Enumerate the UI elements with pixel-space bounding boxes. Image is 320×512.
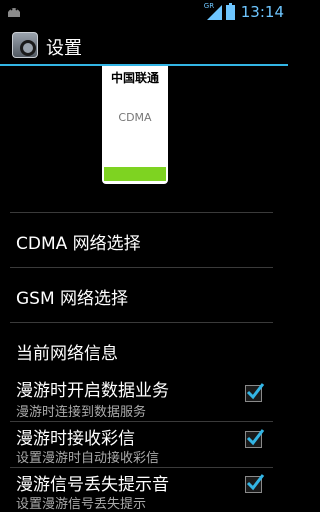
- check-icon: [246, 474, 265, 491]
- toggle-title: 漫游时接收彩信: [16, 429, 135, 449]
- sim-card: 中国联通 CDMA: [102, 66, 168, 184]
- toggle-title: 漫游信号丢失提示音: [16, 475, 169, 495]
- menu-item-network-info[interactable]: 当前网络信息: [0, 323, 288, 371]
- page-title: 设置: [46, 38, 82, 59]
- sim-status-bar: [104, 167, 166, 181]
- toggle-roaming-signal-tone[interactable]: 漫游信号丢失提示音 设置漫游信号丢失提示: [0, 468, 288, 512]
- toggle-title: 漫游时开启数据业务: [16, 381, 169, 401]
- menu-item-label: CDMA 网络选择: [16, 234, 141, 254]
- check-icon: [246, 429, 265, 446]
- clock: 13:14: [240, 3, 284, 21]
- checkbox[interactable]: [245, 383, 265, 402]
- menu-item-cdma-network[interactable]: CDMA 网络选择: [0, 213, 288, 267]
- toggle-summary: 设置漫游时自动接收彩信: [16, 451, 160, 466]
- network-type-label: GR: [203, 2, 215, 10]
- checkbox[interactable]: [245, 474, 265, 493]
- status-icons: GR 13:14: [203, 2, 284, 22]
- sim-type: CDMA: [118, 111, 152, 124]
- toggle-summary: 设置漫游信号丢失提示: [16, 497, 147, 512]
- menu-item-label: 当前网络信息: [16, 344, 118, 364]
- battery-icon: [225, 2, 235, 20]
- toggle-summary: 漫游时连接到数据服务: [16, 405, 147, 420]
- settings-camera-icon[interactable]: [12, 32, 38, 58]
- menu-item-gsm-network[interactable]: GSM 网络选择: [0, 268, 288, 322]
- action-bar: 设置: [0, 24, 288, 66]
- menu-item-label: GSM 网络选择: [16, 289, 129, 309]
- sim-operator: 中国联通: [110, 71, 159, 85]
- status-bar: GR 13:14: [0, 0, 288, 24]
- android-icon: [8, 8, 20, 17]
- toggle-roaming-data[interactable]: 漫游时开启数据业务 漫游时连接到数据服务: [0, 372, 288, 420]
- checkbox[interactable]: [245, 429, 265, 448]
- check-icon: [246, 383, 265, 400]
- toggle-roaming-mms[interactable]: 漫游时接收彩信 设置漫游时自动接收彩信: [0, 422, 288, 466]
- signal-icon: GR: [203, 2, 222, 20]
